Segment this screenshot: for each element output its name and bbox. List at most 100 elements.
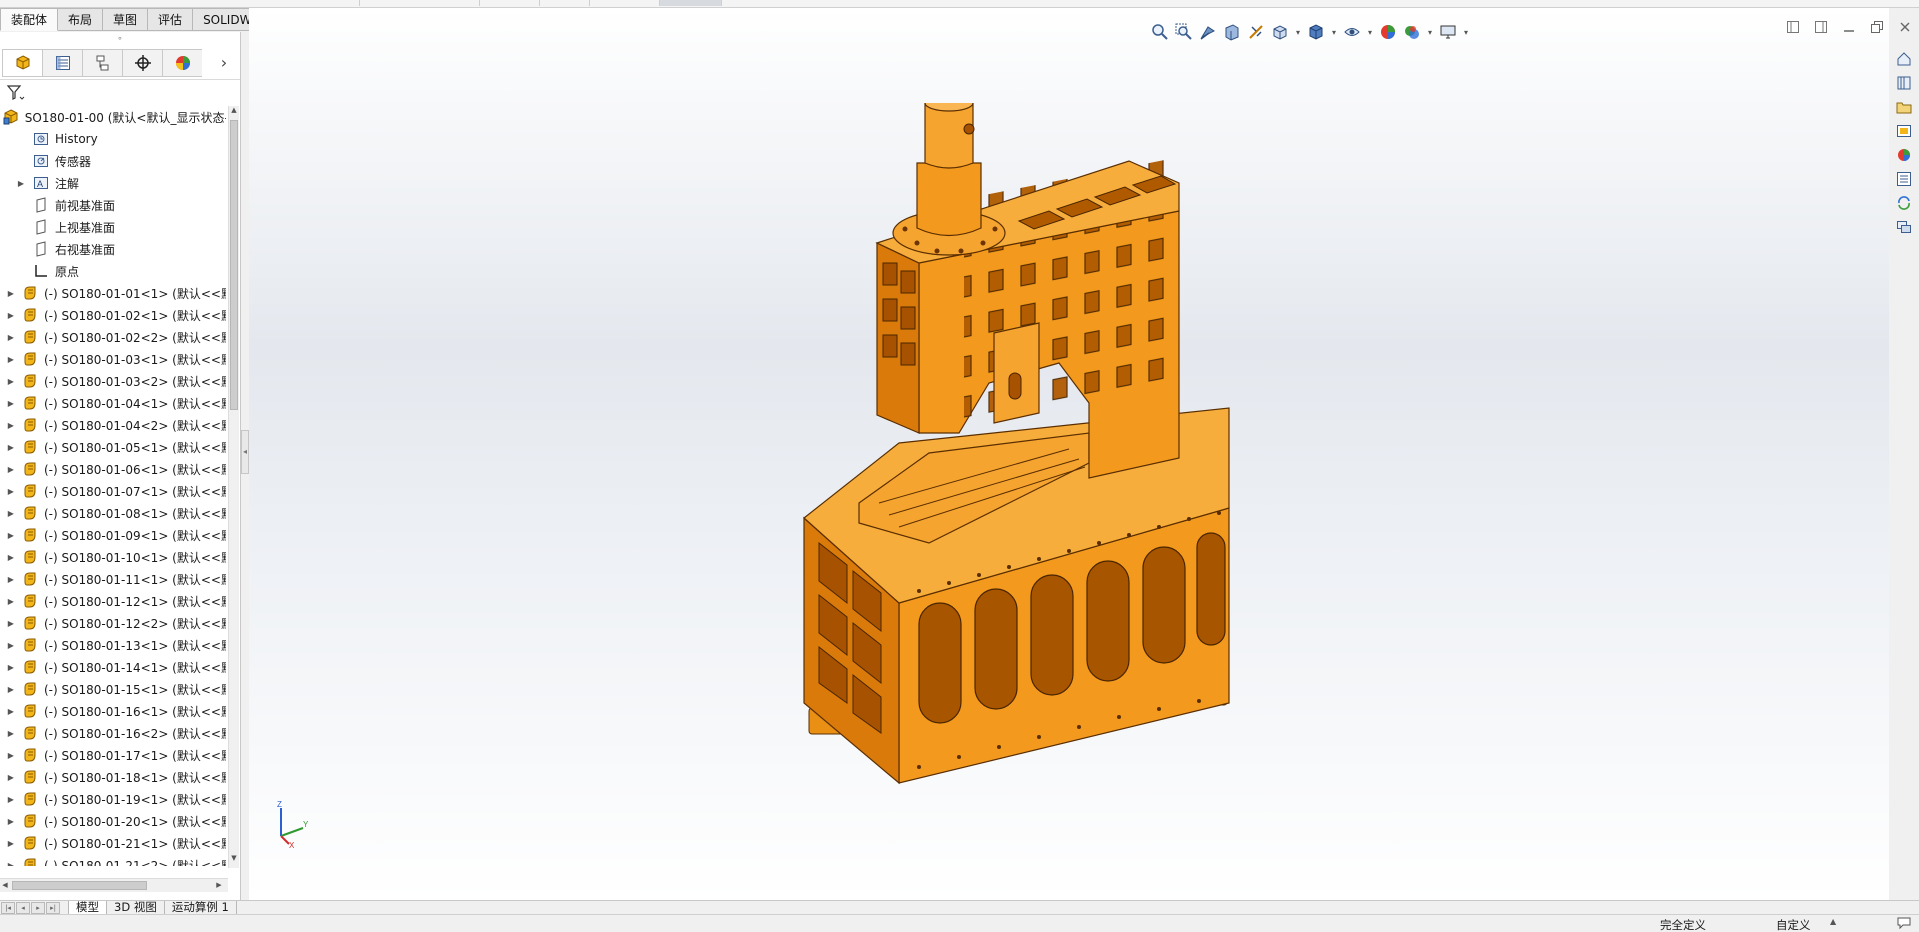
tree-item-component-23[interactable]: ▶ (-) SO180-01-19<1> (默认<<默	[0, 788, 226, 810]
tree-item-fixed-6[interactable]: 原点	[0, 260, 226, 282]
zoom-to-fit-button[interactable]	[1149, 21, 1171, 43]
expand-arrow-icon[interactable]: ▶	[6, 531, 16, 540]
tree-item-component-3[interactable]: ▶ (-) SO180-01-03<1> (默认<<默	[0, 348, 226, 370]
panel-grip[interactable]: ∘	[0, 32, 240, 46]
assembly-model-render[interactable]	[789, 103, 1349, 823]
expand-arrow-icon[interactable]: ▶	[6, 399, 16, 408]
expand-arrow-icon[interactable]: ▶	[6, 839, 16, 848]
scroll-right-arrow-icon[interactable]: ▶	[214, 879, 224, 892]
tree-item-component-9[interactable]: ▶ (-) SO180-01-07<1> (默认<<默	[0, 480, 226, 502]
tree-item-component-26[interactable]: ▶ (-) SO180-01-21<2> (默认<<默	[0, 854, 226, 866]
tree-vertical-scrollbar[interactable]: ▲ ▼	[228, 106, 239, 868]
tree-item-component-16[interactable]: ▶ (-) SO180-01-13<1> (默认<<默	[0, 634, 226, 656]
hscrollbar-thumb[interactable]	[12, 881, 147, 890]
expand-arrow-icon[interactable]: ▶	[6, 817, 16, 826]
expand-arrow-icon[interactable]: ▶	[6, 663, 16, 672]
units-caret-icon[interactable]: ▲	[1830, 917, 1836, 926]
scrollbar-thumb[interactable]	[230, 120, 238, 410]
tree-item-fixed-5[interactable]: 右视基准面	[0, 238, 226, 260]
tree-item-fixed-3[interactable]: 前视基准面	[0, 194, 226, 216]
expand-arrow-icon[interactable]: ▶	[6, 311, 16, 320]
status-units[interactable]: 自定义	[1776, 917, 1811, 932]
tree-item-component-24[interactable]: ▶ (-) SO180-01-20<1> (默认<<默	[0, 810, 226, 832]
filter-icon[interactable]	[6, 84, 26, 102]
view-orientation-dropdown-icon[interactable]: ▾	[1293, 28, 1303, 37]
feature-manager-tab[interactable]	[2, 48, 42, 77]
expand-arrow-icon[interactable]: ▶	[6, 641, 16, 650]
expand-arrow-icon[interactable]: ▶	[6, 443, 16, 452]
restore-button[interactable]	[1868, 18, 1886, 36]
tree-item-component-25[interactable]: ▶ (-) SO180-01-21<1> (默认<<默	[0, 832, 226, 854]
tree-item-component-2[interactable]: ▶ (-) SO180-01-02<2> (默认<<默	[0, 326, 226, 348]
tree-item-component-10[interactable]: ▶ (-) SO180-01-08<1> (默认<<默	[0, 502, 226, 524]
tree-item-component-18[interactable]: ▶ (-) SO180-01-15<1> (默认<<默	[0, 678, 226, 700]
previous-view-button[interactable]	[1197, 21, 1219, 43]
expand-arrow-icon[interactable]: ▶	[6, 773, 16, 782]
expand-arrow-icon[interactable]: ▶	[6, 377, 16, 386]
panel-more-button[interactable]: ›	[210, 49, 238, 77]
tree-item-fixed-2[interactable]: ▶ A 注解	[0, 172, 226, 194]
appearances-tab[interactable]	[1893, 144, 1915, 165]
hide-show-dropdown-icon[interactable]: ▾	[1365, 28, 1375, 37]
tree-item-component-11[interactable]: ▶ (-) SO180-01-09<1> (默认<<默	[0, 524, 226, 546]
tab-1[interactable]: 布局	[58, 8, 104, 31]
tile-right-button[interactable]	[1812, 18, 1830, 36]
expand-arrow-icon[interactable]: ▶	[6, 619, 16, 628]
last-tab-nav-icon[interactable]: ▸|	[46, 901, 60, 914]
apply-scene-dropdown-icon[interactable]: ▾	[1425, 28, 1435, 37]
expand-arrow-icon[interactable]: ▶	[6, 707, 16, 716]
apply-scene-button[interactable]	[1401, 21, 1423, 43]
expand-arrow-icon[interactable]: ▶	[6, 487, 16, 496]
tree-item-component-17[interactable]: ▶ (-) SO180-01-14<1> (默认<<默	[0, 656, 226, 678]
view-orientation-button[interactable]	[1269, 21, 1291, 43]
close-button[interactable]	[1896, 18, 1914, 36]
view-settings-dropdown-icon[interactable]: ▾	[1461, 28, 1471, 37]
hide-show-items-button[interactable]	[1341, 21, 1363, 43]
tab-3[interactable]: 评估	[148, 8, 194, 31]
panel-collapse-handle[interactable]: ◂	[241, 430, 249, 474]
tab-2[interactable]: 草图	[103, 8, 149, 31]
expand-arrow-icon[interactable]: ▶	[6, 751, 16, 760]
tree-item-component-0[interactable]: ▶ (-) SO180-01-01<1> (默认<<默	[0, 282, 226, 304]
tree-item-component-20[interactable]: ▶ (-) SO180-01-16<2> (默认<<默	[0, 722, 226, 744]
tree-item-component-1[interactable]: ▶ (-) SO180-01-02<1> (默认<<默	[0, 304, 226, 326]
expand-arrow-icon[interactable]: ▶	[6, 509, 16, 518]
expand-arrow-icon[interactable]: ▶	[6, 465, 16, 474]
display-style-dropdown-icon[interactable]: ▾	[1329, 28, 1339, 37]
tree-item-fixed-0[interactable]: History	[0, 128, 226, 150]
tree-item-component-13[interactable]: ▶ (-) SO180-01-11<1> (默认<<默	[0, 568, 226, 590]
community-tab[interactable]	[1893, 216, 1915, 237]
expand-arrow-icon[interactable]: ▶	[6, 421, 16, 430]
tree-item-fixed-4[interactable]: 上视基准面	[0, 216, 226, 238]
dimxpert-manager-tab[interactable]	[122, 48, 162, 77]
bottom-tab-0[interactable]: 模型	[68, 900, 107, 915]
expand-arrow-icon[interactable]: ▶	[6, 355, 16, 364]
edit-appearance-button[interactable]	[1377, 21, 1399, 43]
file-explorer-tab[interactable]	[1893, 96, 1915, 117]
tree-root-assembly[interactable]: SO180-01-00 (默认<默认_显示状态-	[0, 106, 226, 128]
prev-tab-nav-icon[interactable]: ◂	[16, 901, 30, 914]
expand-arrow-icon[interactable]: ▶	[6, 575, 16, 584]
graphics-area[interactable]: ▾ ▾ ▾ ▾ ▾ Z Y X	[249, 8, 1910, 900]
tree-item-component-15[interactable]: ▶ (-) SO180-01-12<2> (默认<<默	[0, 612, 226, 634]
expand-arrow-icon[interactable]: ▶	[6, 553, 16, 562]
tile-left-button[interactable]	[1784, 18, 1802, 36]
design-library-tab[interactable]	[1893, 72, 1915, 93]
section-view-button[interactable]	[1221, 21, 1243, 43]
expand-arrow-icon[interactable]: ▶	[6, 685, 16, 694]
configuration-manager-tab[interactable]	[82, 48, 122, 77]
expand-arrow-icon[interactable]: ▶	[6, 861, 16, 867]
scroll-up-arrow-icon[interactable]: ▲	[229, 106, 239, 118]
zoom-to-area-button[interactable]	[1173, 21, 1195, 43]
expand-arrow-icon[interactable]: ▶	[6, 795, 16, 804]
solidworks-resources-tab[interactable]	[1893, 48, 1915, 69]
tree-item-component-21[interactable]: ▶ (-) SO180-01-17<1> (默认<<默	[0, 744, 226, 766]
first-tab-nav-icon[interactable]: |◂	[1, 901, 15, 914]
scroll-left-arrow-icon[interactable]: ◀	[0, 879, 10, 892]
bottom-tab-2[interactable]: 运动算例 1	[165, 900, 237, 915]
expand-arrow-icon[interactable]: ▶	[6, 729, 16, 738]
expand-arrow-icon[interactable]: ▶	[16, 179, 26, 188]
tree-item-fixed-1[interactable]: 传感器	[0, 150, 226, 172]
expand-arrow-icon[interactable]: ▶	[6, 597, 16, 606]
tree-item-component-4[interactable]: ▶ (-) SO180-01-03<2> (默认<<默	[0, 370, 226, 392]
